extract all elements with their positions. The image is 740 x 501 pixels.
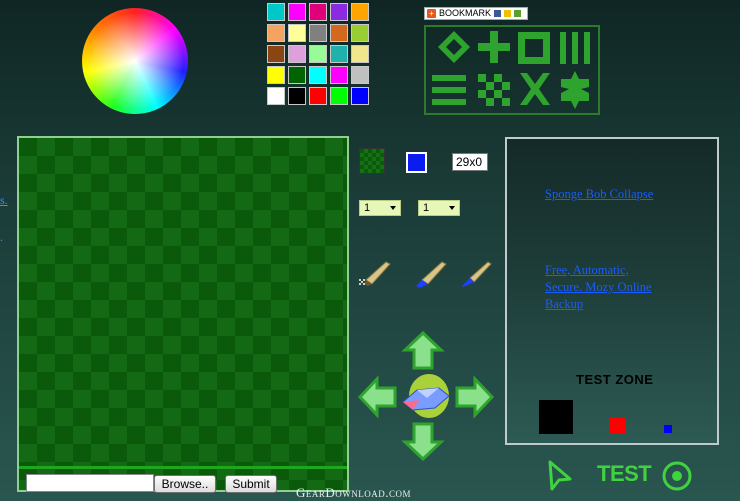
diamond-stamp-icon[interactable] — [438, 31, 470, 63]
edge-link-dot: . — [0, 230, 3, 244]
center-gem-icon[interactable] — [402, 374, 450, 418]
brush-opacity-value: 1 — [423, 202, 430, 214]
dropdown-arrow-icon — [390, 206, 396, 210]
palette-swatch[interactable] — [267, 45, 285, 63]
browse-button[interactable]: Browse.. — [154, 475, 216, 493]
palette-swatch[interactable] — [288, 24, 306, 42]
palette-swatch[interactable] — [288, 66, 306, 84]
palette-swatch[interactable] — [267, 87, 285, 105]
palette-swatch[interactable] — [351, 24, 369, 42]
palette-swatch[interactable] — [288, 45, 306, 63]
dropdown-arrow-icon — [449, 206, 455, 210]
favorite-icon — [504, 10, 512, 17]
palette-swatch[interactable] — [351, 66, 369, 84]
brush-size-dropdown[interactable]: 1 — [359, 200, 401, 216]
target-icon[interactable] — [661, 460, 693, 492]
ad-link-mozy[interactable]: Free, Automatic, Secure. Mozy Online Bac… — [545, 262, 663, 313]
brush-opacity-dropdown[interactable]: 1 — [418, 200, 460, 216]
bookmark-button[interactable]: + BOOKMARK — [424, 7, 528, 20]
palette-swatch[interactable] — [309, 45, 327, 63]
palette-swatch[interactable] — [330, 45, 348, 63]
edge-link[interactable]: s. — [0, 193, 8, 208]
current-color-swatch[interactable] — [406, 152, 427, 173]
palette-swatch[interactable] — [351, 45, 369, 63]
share-icon — [494, 10, 502, 17]
palette-swatch[interactable] — [330, 87, 348, 105]
submit-button[interactable]: Submit — [225, 475, 277, 493]
palette-swatch[interactable] — [330, 66, 348, 84]
test-sample-blue — [664, 425, 672, 433]
palette-swatch[interactable] — [330, 3, 348, 21]
palette-swatch[interactable] — [330, 24, 348, 42]
canvas-size-field[interactable]: 29x0 — [452, 153, 488, 171]
palette-swatch[interactable] — [309, 3, 327, 21]
palette-swatch[interactable] — [351, 3, 369, 21]
arrow-up-icon[interactable] — [401, 330, 445, 370]
share-icon-2 — [514, 10, 522, 17]
vertical-lines-stamp-icon[interactable] — [560, 32, 590, 64]
drawing-canvas[interactable] — [17, 136, 349, 492]
pattern-swatch[interactable] — [359, 148, 385, 174]
color-wheel[interactable] — [82, 8, 188, 114]
palette-swatch[interactable] — [267, 24, 285, 42]
fine-brush-icon[interactable] — [460, 258, 494, 288]
palette-swatch[interactable] — [309, 24, 327, 42]
checker-stamp-icon[interactable] — [478, 74, 510, 106]
file-path-input[interactable] — [26, 474, 154, 492]
palette-swatch[interactable] — [351, 87, 369, 105]
test-sample-red — [610, 418, 626, 434]
watermark-text: GearDownload.com — [296, 485, 412, 500]
cursor-tool-icon[interactable] — [546, 459, 574, 491]
stamp-shapes-panel — [424, 25, 600, 115]
plus-stamp-icon[interactable] — [478, 31, 510, 63]
direction-pad — [357, 330, 495, 462]
test-button[interactable]: TEST — [597, 461, 652, 487]
arrow-right-icon[interactable] — [455, 375, 495, 419]
bookmark-label: BOOKMARK — [439, 8, 492, 18]
palette-swatch[interactable] — [267, 66, 285, 84]
testzone-title: TEST ZONE — [576, 372, 654, 387]
ad-link-sponge-bob[interactable]: Sponge Bob Collapse — [545, 186, 653, 203]
square-stamp-icon[interactable] — [518, 32, 550, 64]
brush-size-value: 1 — [364, 202, 371, 214]
fill-brush-icon[interactable] — [414, 258, 448, 288]
palette-swatch[interactable] — [288, 87, 306, 105]
palette-swatch[interactable] — [309, 87, 327, 105]
palette-swatch[interactable] — [267, 3, 285, 21]
color-palette — [267, 3, 371, 105]
palette-swatch[interactable] — [309, 66, 327, 84]
add-bookmark-icon: + — [427, 9, 436, 18]
arrow-left-icon[interactable] — [357, 375, 397, 419]
x-stamp-icon[interactable] — [520, 73, 550, 105]
pattern-brush-icon[interactable] — [358, 258, 392, 288]
horizontal-lines-stamp-icon[interactable] — [432, 75, 466, 105]
cross-diamond-stamp-icon[interactable] — [561, 71, 589, 109]
canvas-divider — [19, 466, 347, 469]
arrow-down-icon[interactable] — [401, 422, 445, 462]
test-sample-black — [539, 400, 573, 434]
palette-swatch[interactable] — [288, 3, 306, 21]
